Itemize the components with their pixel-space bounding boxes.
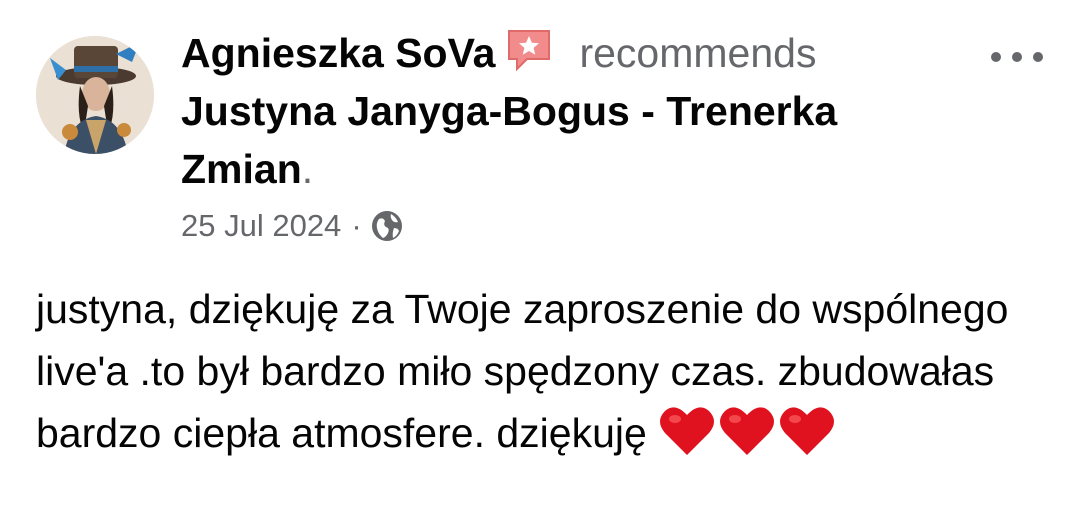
meta-separator: · — [351, 208, 362, 243]
author-avatar[interactable] — [36, 36, 154, 154]
recommendation-star-icon — [505, 27, 553, 72]
recommended-page-link[interactable]: Justyna Janyga-Bogus - Trenerka Zmian — [181, 88, 837, 192]
more-options-icon[interactable] — [988, 42, 1048, 72]
post-date[interactable]: 25 Jul 2024 — [181, 204, 341, 248]
heart-icon — [717, 403, 777, 459]
period: . — [301, 146, 314, 192]
heart-icon — [777, 403, 837, 459]
heart-icon — [657, 403, 717, 459]
post-body-text: justyna, dziękuję za Twoje zaproszenie d… — [36, 286, 1009, 456]
author-name[interactable]: Agnieszka SoVa — [181, 30, 495, 76]
post-meta: 25 Jul 2024 · — [181, 204, 404, 248]
post-header: Agnieszka SoVa recommends Justyna Janyga… — [181, 24, 941, 198]
heart-emojis — [657, 403, 837, 459]
recommends-label: recommends — [579, 30, 817, 76]
globe-icon[interactable] — [370, 209, 404, 243]
recommendation-post: Agnieszka SoVa recommends Justyna Janyga… — [0, 0, 1080, 530]
post-body: justyna, dziękuję za Twoje zaproszenie d… — [36, 278, 1046, 464]
